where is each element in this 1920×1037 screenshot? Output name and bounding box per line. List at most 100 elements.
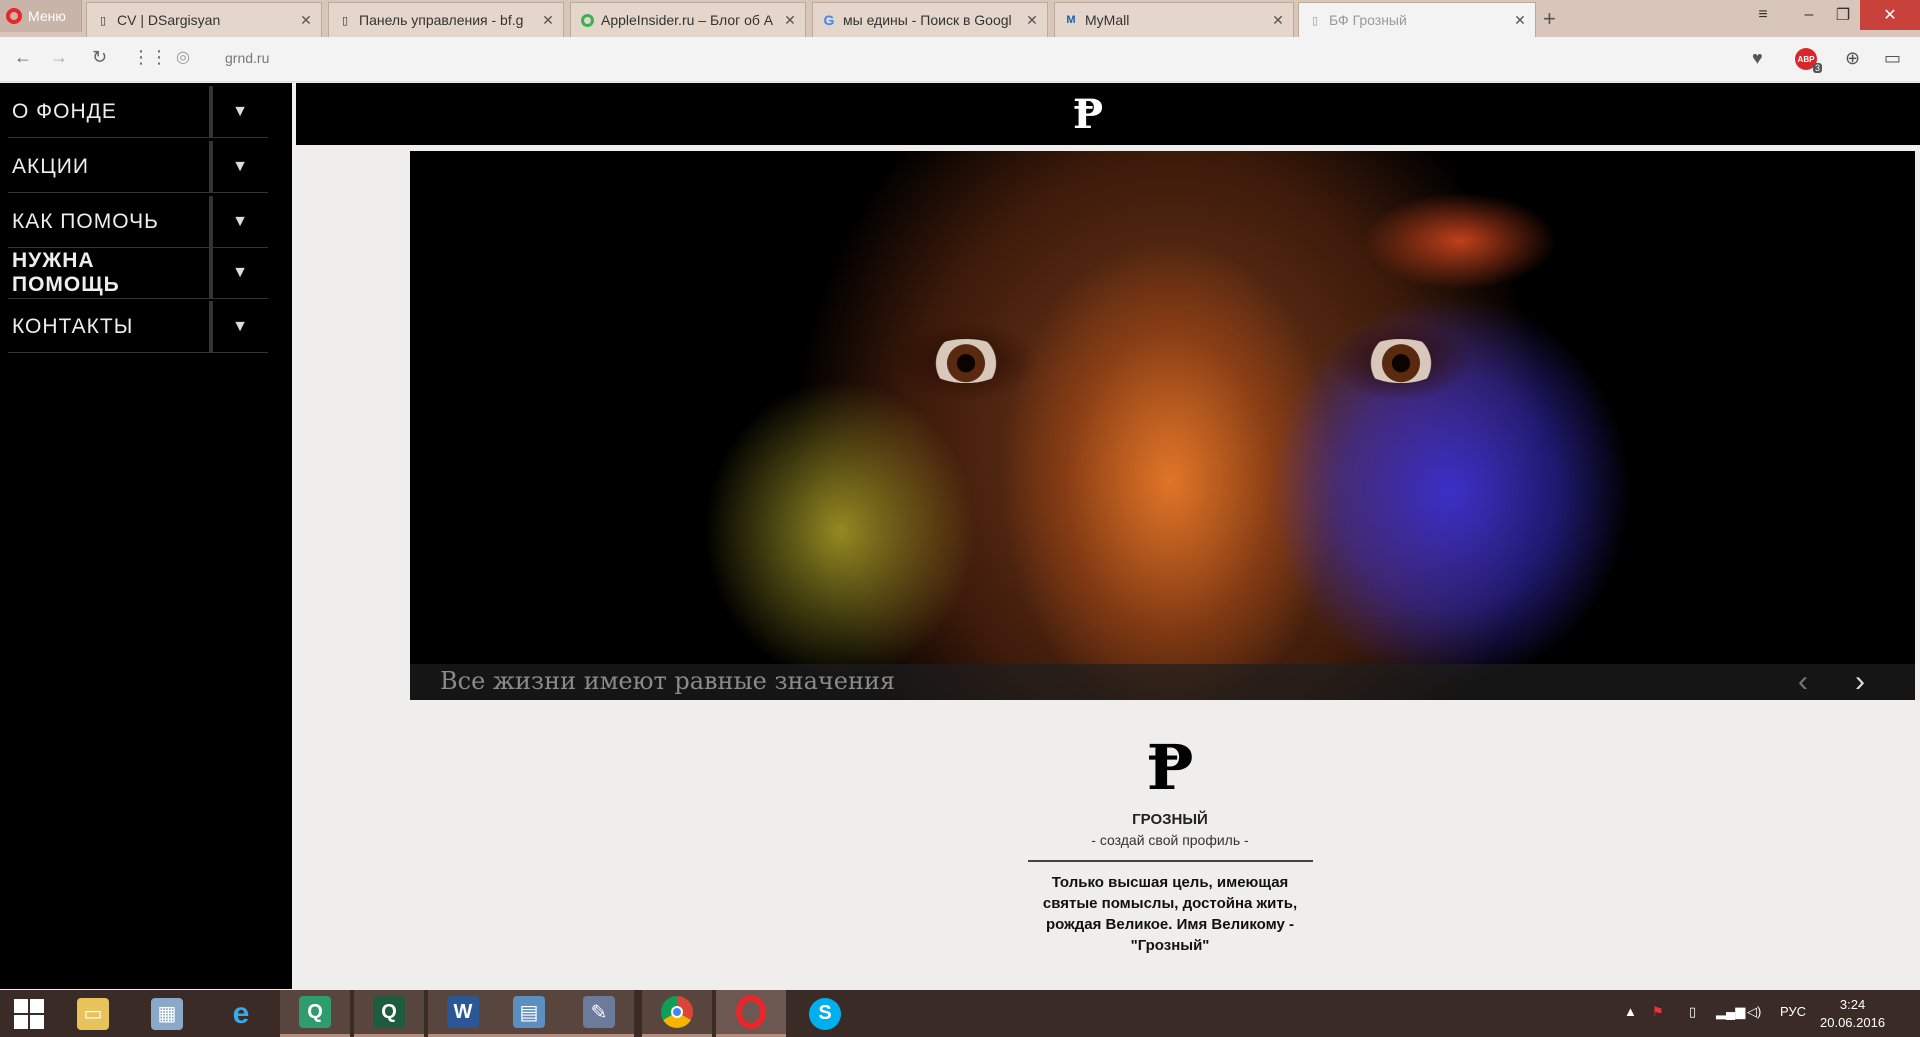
calculator-icon: ▦ — [151, 997, 183, 1030]
chevron-down-icon[interactable]: ▼ — [213, 318, 268, 336]
new-tab-button[interactable]: + — [1543, 6, 1556, 32]
taskbar-opera[interactable] — [716, 990, 786, 1037]
slider-prev-icon[interactable]: ‹ — [1798, 664, 1808, 700]
opera-logo-icon — [6, 8, 22, 24]
mymall-icon: M — [1066, 14, 1076, 26]
opera-icon — [736, 995, 766, 1029]
tab-bf-grozny[interactable]: ▯ БФ Грозный ✕ — [1298, 2, 1536, 37]
page-icon: ▯ — [341, 14, 349, 27]
nav-item-how-to-help[interactable]: КАК ПОМОЧЬ ▼ — [8, 196, 268, 248]
tray-battery-icon[interactable]: ▯ — [1689, 1004, 1696, 1020]
taskbar-ie[interactable]: e — [206, 990, 276, 1037]
tab-title: БФ Грозный — [1329, 12, 1407, 28]
close-icon[interactable]: ✕ — [1513, 12, 1527, 29]
close-icon[interactable]: ✕ — [541, 12, 555, 29]
taskbar-editor[interactable]: ✎ — [564, 990, 634, 1037]
taskbar-word[interactable]: W — [428, 990, 498, 1037]
taskbar-photos[interactable]: ▤ — [494, 990, 564, 1037]
windows-taskbar: ▭ ▦ e Q Q W ▤ ✎ S ▲ ⚑ ▯ ▂▄▆ ◁) РУС 3:24 … — [0, 990, 1920, 1037]
slide-image-detail — [1358, 339, 1444, 383]
signal-icon[interactable]: ▂▄▆ — [1716, 1004, 1745, 1020]
site-logo[interactable]: Ᵽ — [1073, 91, 1103, 138]
chevron-down-icon[interactable]: ▼ — [213, 158, 268, 176]
tab-title: мы едины - Поиск в Googl — [843, 12, 1012, 28]
nav-item-contacts[interactable]: КОНТАКТЫ ▼ — [8, 301, 268, 353]
divider — [1027, 860, 1313, 862]
taskbar-app-q1[interactable]: Q — [280, 990, 350, 1037]
minimize-icon[interactable]: – — [1792, 0, 1826, 30]
adblock-count-badge: 3 — [1813, 63, 1823, 73]
tray-expand-icon[interactable]: ▲ — [1624, 1004, 1637, 1019]
skype-icon: S — [809, 997, 841, 1030]
brand-logo: Ᵽ — [1146, 731, 1194, 804]
q-app-icon: Q — [373, 996, 405, 1028]
image-slider: Все жизни имеют равные значения ‹ › — [410, 151, 1915, 700]
slider-next-icon[interactable]: › — [1855, 664, 1865, 700]
slide-image — [410, 151, 1915, 700]
tab-appleinsider[interactable]: AppleInsider.ru – Блог об A ✕ — [570, 2, 806, 37]
photos-icon: ▤ — [513, 996, 545, 1028]
word-icon: W — [447, 996, 479, 1028]
url-field[interactable]: grnd.ru — [225, 50, 269, 66]
back-icon[interactable]: ← — [14, 47, 32, 68]
internet-explorer-icon: e — [232, 996, 250, 1030]
reload-icon[interactable]: ↻ — [92, 47, 107, 68]
tab-google-search[interactable]: G мы едины - Поиск в Googl ✕ — [812, 2, 1048, 37]
windows-icon — [14, 998, 44, 1029]
speed-dial-icon[interactable]: ⋮⋮ — [132, 47, 168, 68]
download-icon[interactable]: ⊕ — [1845, 48, 1860, 69]
nav-item-label: АКЦИИ — [12, 154, 89, 178]
slide-caption-bar: Все жизни имеют равные значения ‹ › — [410, 664, 1915, 700]
close-icon[interactable]: ✕ — [1271, 12, 1285, 29]
tab-mymall[interactable]: M MyMall ✕ — [1054, 2, 1294, 37]
tab-menu-icon[interactable]: ≡ — [1746, 0, 1780, 30]
battery-icon: ▭ — [1884, 48, 1902, 68]
close-icon[interactable]: ✕ — [299, 12, 313, 29]
tab-control-panel[interactable]: ▯ Панель управления - bf.g ✕ — [328, 2, 564, 37]
nav-item-need-help[interactable]: НУЖНА ПОМОЩЬ ▼ — [8, 247, 268, 299]
tab-title: AppleInsider.ru – Блог об A — [601, 12, 774, 28]
browser-tab-strip: Меню ▯ CV | DSargisyan ✕ ▯ Панель управл… — [0, 0, 1920, 37]
slide-caption: Все жизни имеют равные значения — [440, 667, 896, 695]
google-icon: G — [823, 12, 835, 28]
sidebar-nav: О ФОНДЕ ▼ АКЦИИ ▼ КАК ПОМОЧЬ ▼ НУЖНА ПОМ… — [0, 83, 292, 989]
nav-item-about[interactable]: О ФОНДЕ ▼ — [8, 86, 268, 138]
network-error-icon[interactable]: ⚑ — [1652, 1004, 1664, 1020]
folder-icon: ▭ — [77, 997, 109, 1030]
tab-title: CV | DSargisyan — [117, 12, 221, 28]
chrome-icon — [661, 996, 693, 1028]
heart-icon[interactable]: ♥ — [1752, 48, 1763, 69]
green-circle-icon — [579, 12, 595, 28]
close-icon[interactable]: ✕ — [783, 12, 797, 29]
start-button[interactable] — [0, 990, 58, 1037]
clock[interactable]: 3:24 20.06.2016 — [1820, 996, 1885, 1032]
opera-menu-button[interactable]: Меню — [0, 0, 82, 32]
chevron-down-icon[interactable]: ▼ — [213, 103, 268, 121]
taskbar-explorer[interactable]: ▭ — [58, 990, 128, 1037]
nav-item-label: КАК ПОМОЧЬ — [12, 209, 159, 233]
clock-date: 20.06.2016 — [1820, 1015, 1886, 1030]
menu-label: Меню — [28, 8, 66, 24]
close-window-icon[interactable]: ✕ — [1860, 0, 1920, 30]
taskbar-app-q2[interactable]: Q — [354, 990, 424, 1037]
brand-tagline: - создай свой профиль - — [1091, 832, 1249, 848]
chevron-down-icon[interactable]: ▼ — [213, 264, 268, 282]
nav-item-label: О ФОНДЕ — [12, 99, 117, 123]
taskbar-calculator[interactable]: ▦ — [132, 990, 202, 1037]
nav-item-label: НУЖНА ПОМОЩЬ — [12, 248, 120, 296]
site-header: Ᵽ — [296, 83, 1920, 145]
site-info-icon[interactable]: ◎ — [176, 47, 190, 67]
restore-icon[interactable]: ❐ — [1826, 0, 1860, 30]
volume-icon[interactable]: ◁) — [1747, 1004, 1761, 1020]
close-icon[interactable]: ✕ — [1025, 12, 1039, 29]
taskbar-chrome[interactable] — [642, 990, 712, 1037]
editor-icon: ✎ — [583, 996, 615, 1028]
chevron-down-icon[interactable]: ▼ — [213, 213, 268, 231]
tab-cv[interactable]: ▯ CV | DSargisyan ✕ — [86, 2, 322, 37]
tab-title: MyMall — [1085, 12, 1130, 28]
forward-icon[interactable]: → — [50, 47, 68, 68]
language-indicator[interactable]: РУС — [1780, 1004, 1806, 1019]
nav-item-actions[interactable]: АКЦИИ ▼ — [8, 141, 268, 193]
taskbar-skype[interactable]: S — [790, 990, 860, 1037]
tab-title: Панель управления - bf.g — [359, 12, 524, 28]
